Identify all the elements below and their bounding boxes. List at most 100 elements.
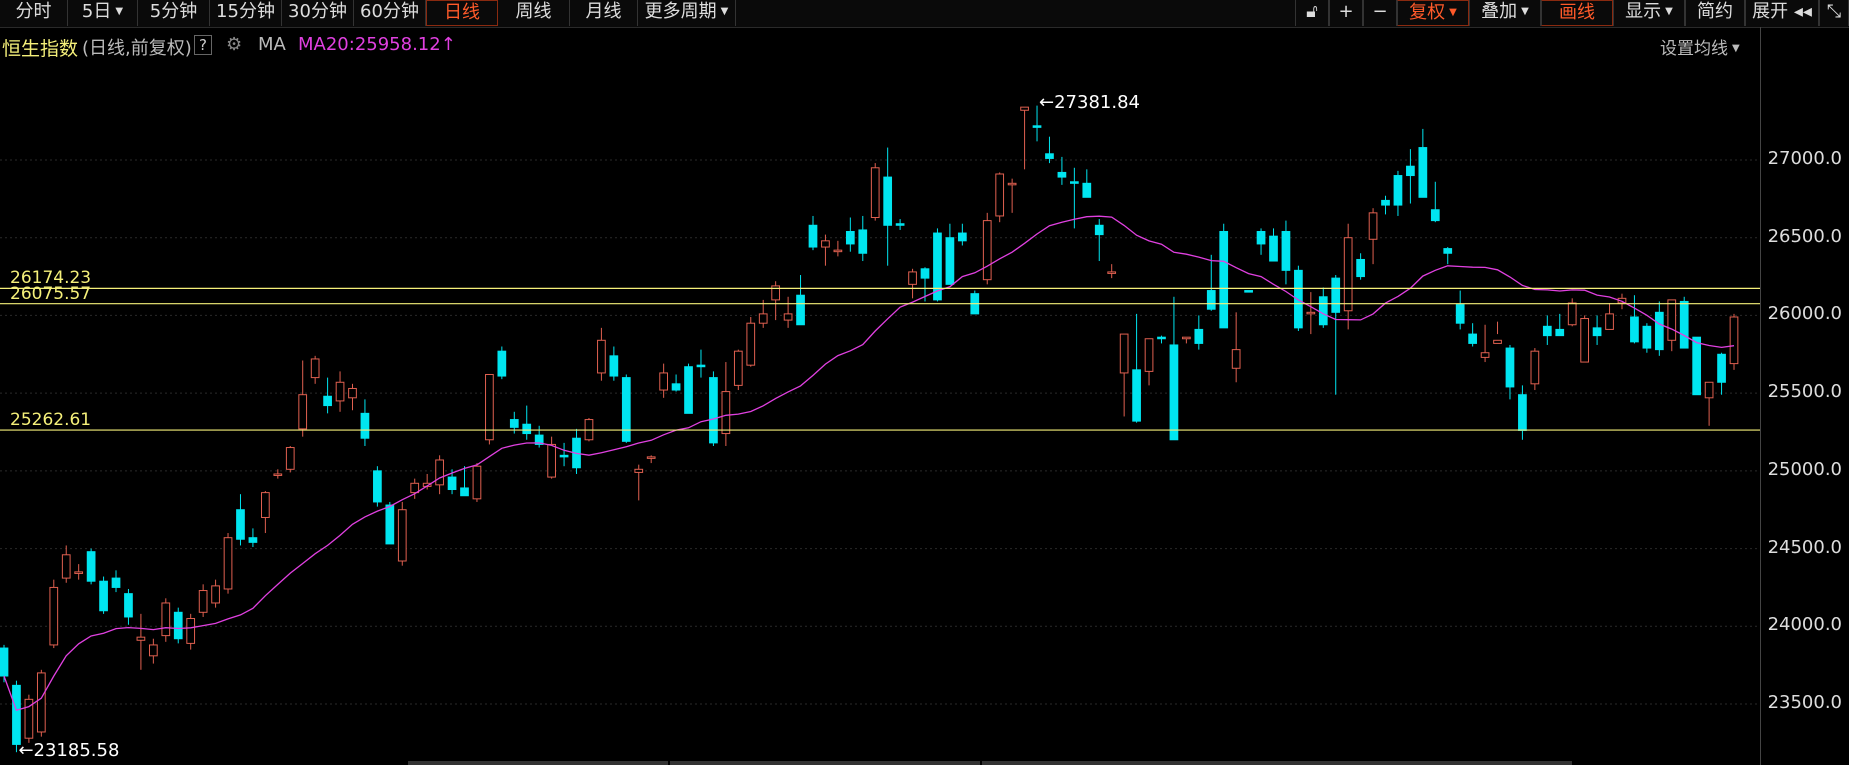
- ma-settings-label: 设置均线: [1660, 39, 1728, 59]
- period-tab-label: 分时: [15, 1, 52, 22]
- help-button[interactable]: ?: [194, 34, 212, 55]
- candlestick-chart[interactable]: [0, 60, 1760, 765]
- scrollbar-thumb[interactable]: [982, 761, 1572, 765]
- zoom-out-button[interactable]: −: [1363, 0, 1397, 26]
- candle-down: [522, 423, 532, 435]
- candle-down: [1070, 181, 1079, 184]
- period-tab-4[interactable]: 30分钟: [282, 0, 354, 26]
- candle-down: [1418, 147, 1428, 198]
- candle-down: [509, 419, 519, 428]
- ma-label[interactable]: MA: [258, 34, 286, 55]
- period-tab-7[interactable]: 周线: [498, 0, 570, 26]
- candle-up: [1343, 237, 1353, 312]
- gear-icon[interactable]: ⚙: [226, 34, 242, 55]
- scrollbar-segment[interactable]: [408, 761, 668, 765]
- period-tab-label: 日线: [444, 2, 480, 23]
- y-tick-label: 27000.0: [1767, 148, 1842, 169]
- period-tab-label: 月线: [585, 1, 622, 22]
- candle-down: [12, 684, 21, 745]
- simple-button[interactable]: 简约: [1685, 0, 1745, 26]
- candle-down: [1555, 328, 1565, 337]
- candle-up: [746, 322, 756, 366]
- candle-up: [285, 447, 295, 470]
- candle-down: [1630, 316, 1639, 343]
- period-tab-3[interactable]: 15分钟: [210, 0, 282, 26]
- candle-up: [136, 636, 146, 641]
- low-price-label: ←23185.58: [18, 740, 120, 762]
- ma20-value: MA20:25958.12↑: [298, 34, 456, 55]
- fullscreen-icon[interactable]: ⤡: [1819, 0, 1849, 26]
- period-tab-label: 5日: [81, 1, 112, 22]
- candle-down: [385, 504, 395, 545]
- candle-down: [1455, 304, 1465, 324]
- candle-up: [758, 313, 768, 324]
- candle-down: [1157, 336, 1166, 340]
- index-name[interactable]: 恒生指数: [2, 34, 78, 61]
- candle-up: [1605, 313, 1614, 330]
- candle-down: [323, 395, 332, 407]
- candle-up: [833, 249, 843, 253]
- candle-up: [1530, 350, 1540, 385]
- candle-down: [845, 230, 855, 245]
- ma20-arrow-icon: ↑: [440, 34, 456, 55]
- adjust-button[interactable]: 复权 ▼: [1397, 0, 1469, 26]
- display-button[interactable]: 显示 ▼: [1613, 0, 1685, 26]
- candle-up: [61, 554, 71, 579]
- overlay-button[interactable]: 叠加 ▼: [1469, 0, 1541, 26]
- y-tick-label: 26500.0: [1767, 225, 1842, 247]
- candle-down: [684, 366, 693, 414]
- candle-up: [36, 672, 46, 733]
- candle-up: [733, 350, 743, 386]
- candle-up: [908, 271, 917, 285]
- candle-down: [1318, 296, 1328, 326]
- candle-down: [883, 176, 893, 226]
- candle-down: [945, 237, 955, 285]
- candle-down: [1032, 125, 1042, 128]
- candle-down: [1542, 325, 1552, 337]
- period-tab-0[interactable]: 分时: [0, 0, 68, 26]
- candle-down: [1281, 230, 1291, 271]
- candle-down: [99, 580, 108, 612]
- candle-up: [597, 339, 606, 374]
- candle-up: [1007, 182, 1017, 186]
- fullscreen-label: ⤡: [1826, 1, 1842, 22]
- candle-up: [198, 590, 208, 613]
- lock-icon[interactable]: 🔓︎: [1295, 0, 1329, 26]
- candle-down: [1443, 248, 1453, 254]
- simple-label: 简约: [1697, 1, 1733, 22]
- candle-up: [1231, 349, 1241, 369]
- candle-up: [634, 468, 644, 473]
- candle-up: [783, 313, 793, 321]
- period-tab-2[interactable]: 5分钟: [138, 0, 210, 26]
- candle-up: [348, 387, 357, 399]
- help-icon[interactable]: ?: [194, 35, 212, 55]
- candle-down: [86, 551, 96, 582]
- ma20-text: MA20:25958.12: [298, 34, 441, 55]
- candle-up: [995, 173, 1005, 217]
- scrollbar-segment[interactable]: [670, 761, 980, 765]
- candle-up: [211, 585, 220, 604]
- candle-up: [1493, 339, 1502, 344]
- draw-line-button[interactable]: 画线: [1541, 0, 1613, 26]
- display-label: 显示: [1625, 1, 1662, 22]
- candle-down: [124, 593, 133, 618]
- candle-up: [1667, 299, 1677, 341]
- period-tab-8[interactable]: 月线: [570, 0, 638, 26]
- period-tab-1[interactable]: 5日 ▼: [68, 0, 138, 26]
- candle-up: [435, 459, 444, 486]
- candle-down: [1468, 333, 1477, 344]
- period-tab-6[interactable]: 日线: [426, 0, 498, 26]
- candle-down: [1654, 311, 1664, 351]
- period-tab-5[interactable]: 60分钟: [354, 0, 426, 26]
- zoom-in-button[interactable]: +: [1329, 0, 1363, 26]
- candle-up: [298, 394, 308, 430]
- period-tab-label: 更多周期: [644, 1, 717, 22]
- candle-down: [460, 487, 469, 497]
- candle-down: [1717, 353, 1726, 383]
- candle-up: [547, 443, 556, 478]
- ma-settings-button[interactable]: 设置均线 ▼: [1660, 34, 1740, 59]
- candle-down: [671, 383, 681, 391]
- candle-up: [1368, 212, 1378, 240]
- expand-button[interactable]: 展开 ◂◂: [1745, 0, 1819, 26]
- period-tab-9[interactable]: 更多周期 ▼: [638, 0, 736, 26]
